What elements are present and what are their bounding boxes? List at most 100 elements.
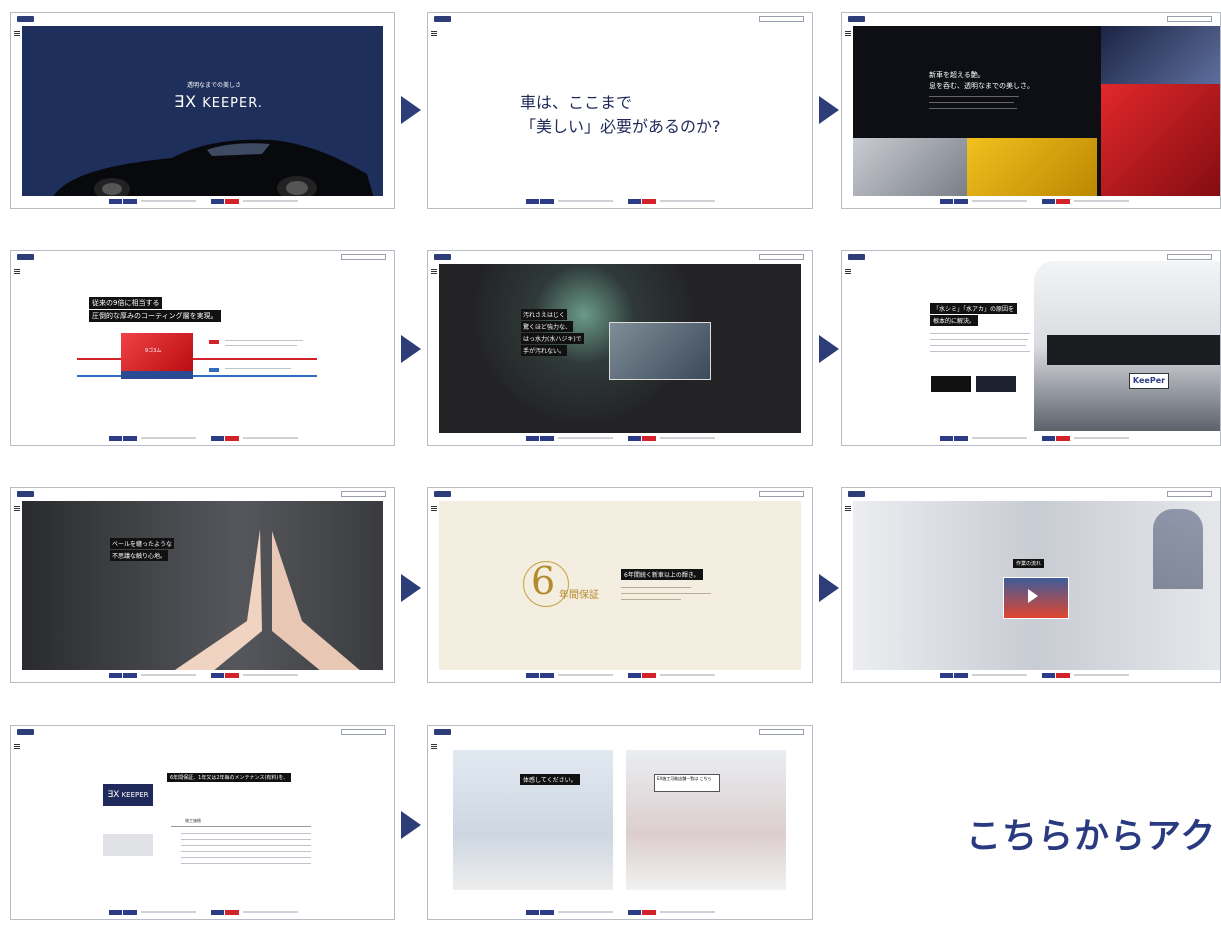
photo-area: ベールを纏ったような 不思議な触り心地。	[22, 501, 383, 670]
store-list-link[interactable]: EX施工可能店舗一覧は こちら	[654, 774, 720, 792]
menu-button[interactable]	[341, 729, 386, 735]
slide-thumbnail-2[interactable]: 車は、ここまで 「美しい」必要があるのか?	[427, 12, 813, 209]
slide-thumbnail-1[interactable]: 透明なまでの美しさ ∃X KEEPER.	[10, 12, 395, 209]
slide-footer	[842, 670, 1220, 682]
warranty-area: 6 年間保証 6年間続く新車以上の輝き。	[439, 501, 801, 670]
next-arrow-icon	[819, 574, 839, 602]
menu-button[interactable]	[1167, 254, 1212, 260]
menu-button[interactable]	[759, 16, 804, 22]
keeper-logo-box: ∃X KEEPER	[103, 784, 153, 806]
menu-icon	[14, 506, 20, 511]
layer-line-blue	[77, 375, 317, 377]
next-arrow-icon	[401, 811, 421, 839]
photo-store-1	[453, 750, 613, 890]
slide-footer	[428, 433, 812, 445]
photo-area: 汚れさえはじく 驚くほど強力な、 はっ水力(水ハジキ)で 手が汚れない。	[439, 264, 801, 433]
menu-icon	[14, 31, 20, 36]
next-arrow-icon	[401, 335, 421, 363]
tag-blue	[209, 368, 219, 372]
access-cta-text[interactable]: こちらからアク・	[966, 808, 1221, 859]
slide-thumbnail-8[interactable]: 6 年間保証 6年間続く新車以上の輝き。	[427, 487, 813, 683]
keeper-logo-chip	[17, 16, 34, 22]
keeper-logo-chip	[17, 729, 34, 735]
slide-thumbnail-11[interactable]: 体感してください。 EX施工可能店舗一覧は こちら	[427, 725, 813, 920]
keeper-logo-chip	[848, 491, 865, 497]
next-arrow-icon	[401, 96, 421, 124]
slide-footer	[11, 433, 394, 445]
slide5-line-1: 汚れさえはじく	[521, 309, 568, 320]
menu-icon	[431, 31, 437, 36]
slide9-label: 作業の流れ	[1013, 559, 1045, 568]
menu-icon	[845, 506, 851, 511]
inset-video[interactable]	[609, 322, 711, 380]
slide10-headline: 6年間保証、1年又は2年毎のメンテナンス(有料)を、	[167, 773, 292, 782]
hero-area: 透明なまでの美しさ ∃X KEEPER.	[22, 26, 383, 196]
seal-text: 年間保証	[559, 590, 599, 601]
slide-thumbnail-9[interactable]: 作業の流れ	[841, 487, 1221, 683]
photo-red-car	[1101, 84, 1220, 196]
keeper-logo-chip	[434, 491, 451, 497]
menu-button[interactable]	[1167, 491, 1212, 497]
menu-button[interactable]	[759, 491, 804, 497]
menu-button[interactable]	[759, 254, 804, 260]
slide2-headline-2: 「美しい」必要があるのか?	[520, 117, 721, 136]
menu-icon	[431, 744, 437, 749]
slide4-headline-2: 圧倒的な厚みのコーティング層を実現。	[89, 310, 221, 322]
photo-store-2	[626, 750, 786, 890]
hands-image	[174, 529, 360, 670]
layer-line-red	[77, 358, 317, 360]
slide4-headline-1: 従来の9倍に相当する	[89, 297, 163, 309]
menu-icon	[431, 506, 437, 511]
slide-thumbnail-6[interactable]: 「水シミ」「水アカ」の原因を 根本的に解決。 KeePer	[841, 250, 1221, 446]
menu-icon	[845, 269, 851, 274]
slide-footer	[842, 433, 1220, 445]
slide-footer	[428, 907, 812, 919]
slide-thumbnail-3[interactable]: 新車を超える艶。 息を呑む、透明なまでの美しさ。	[841, 12, 1221, 209]
menu-icon	[14, 744, 20, 749]
slide3-line-2: 息を呑む、透明なまでの美しさ。	[929, 82, 1034, 90]
slide8-headline: 6年間続く新車以上の輝き。	[621, 569, 703, 580]
keeper-logo-chip	[848, 254, 865, 260]
price-table-header: 施工価格	[185, 818, 201, 823]
keeper-logo-chip	[434, 729, 451, 735]
play-icon[interactable]	[1028, 589, 1038, 603]
base-layer	[121, 371, 193, 379]
slide-thumbnail-4[interactable]: 従来の9倍に相当する 圧倒的な厚みのコーティング層を実現。 9ゴ3ム	[10, 250, 395, 446]
menu-button[interactable]	[759, 729, 804, 735]
slide3-line-1: 新車を超える艶。	[929, 71, 985, 79]
slide-footer	[11, 907, 394, 919]
collage-area: 新車を超える艶。 息を呑む、透明なまでの美しさ。	[853, 26, 1220, 196]
menu-icon	[845, 31, 851, 36]
next-arrow-icon	[819, 96, 839, 124]
slide-footer	[11, 196, 394, 208]
slide-footer	[428, 196, 812, 208]
worker-figure	[1153, 509, 1203, 589]
slide7-line-2: 不思議な触り心地。	[110, 550, 169, 561]
photo-area: 作業の流れ	[853, 501, 1220, 670]
menu-button[interactable]	[341, 254, 386, 260]
menu-button[interactable]	[341, 491, 386, 497]
slide2-headline-1: 車は、ここまで	[520, 93, 633, 112]
keeper-logo-box-grey	[103, 834, 153, 856]
slide6-headline-2: 根本的に解決。	[930, 315, 979, 326]
tag-red	[209, 340, 219, 344]
keeper-logo-chip	[848, 16, 865, 22]
next-arrow-icon	[401, 574, 421, 602]
slide-footer	[428, 670, 812, 682]
next-arrow-icon	[819, 335, 839, 363]
slide-thumbnail-10[interactable]: ∃X KEEPER 6年間保証、1年又は2年毎のメンテナンス(有料)を、 施工価…	[10, 725, 395, 920]
slide5-line-2: 驚くほど強力な、	[521, 321, 574, 332]
menu-button[interactable]	[1167, 16, 1212, 22]
coating-cube: 9ゴ3ム	[121, 333, 193, 371]
slide7-line-1: ベールを纏ったような	[110, 538, 175, 549]
slide-footer	[842, 196, 1220, 208]
menu-icon	[431, 269, 437, 274]
photo-silver-car	[853, 138, 973, 196]
slide-thumbnail-5[interactable]: 汚れさえはじく 驚くほど強力な、 はっ水力(水ハジキ)で 手が汚れない。	[427, 250, 813, 446]
slide-thumbnail-7[interactable]: ベールを纏ったような 不思議な触り心地。	[10, 487, 395, 683]
keeper-logo-chip	[434, 16, 451, 22]
keeper-logo-chip	[434, 254, 451, 260]
menu-icon	[14, 269, 20, 274]
slide6-headline-1: 「水シミ」「水アカ」の原因を	[930, 303, 1018, 314]
sample-swatch-2	[976, 376, 1016, 392]
